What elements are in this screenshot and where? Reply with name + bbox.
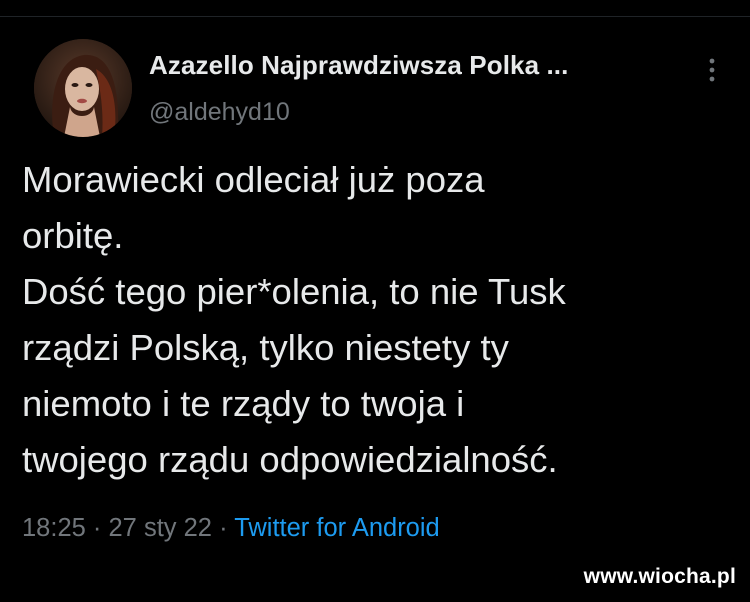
- tweet-text-line: rządzi Polską, tylko niestety ty: [22, 327, 509, 368]
- tweet-text-line: Dość tego pier*olenia, to nie Tusk: [22, 271, 566, 312]
- author-display-name[interactable]: Azazello Najprawdziwsza Polka ...: [149, 50, 568, 81]
- watermark: www.wiocha.pl: [583, 565, 736, 588]
- avatar-portrait-icon: [34, 39, 132, 137]
- more-vertical-icon[interactable]: [702, 54, 722, 86]
- tweet-time[interactable]: 18:25: [22, 514, 86, 542]
- tweet-card: Azazello Najprawdziwsza Polka ... @aldeh…: [0, 0, 750, 602]
- meta-separator: ·: [92, 514, 102, 542]
- meta-separator: ·: [219, 514, 228, 542]
- author-handle[interactable]: @aldehyd10: [149, 98, 290, 127]
- avatar[interactable]: [34, 39, 132, 137]
- tweet-text-line: orbitę.: [22, 215, 124, 256]
- tweet-text-line: niemoto i te rządy to twoja i: [22, 383, 465, 424]
- tweet-source-link[interactable]: Twitter for Android: [234, 514, 440, 542]
- tweet-text: Morawiecki odleciał już poza orbitę. Doś…: [22, 152, 732, 488]
- tweet-text-line: Morawiecki odleciał już poza: [22, 159, 485, 200]
- tweet-meta: 18:25 · 27 sty 22 · Twitter for Android: [22, 514, 440, 543]
- tweet-date[interactable]: 27 sty 22: [109, 514, 212, 542]
- tweet-text-line: twojego rządu odpowiedzialność.: [22, 439, 558, 480]
